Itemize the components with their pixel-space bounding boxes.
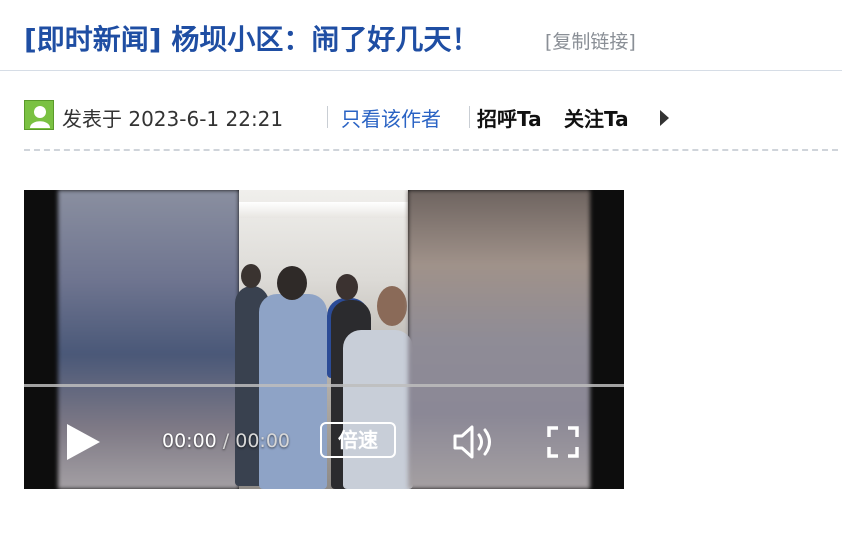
follow-button[interactable]: 关注Ta (564, 103, 629, 132)
volume-icon[interactable] (452, 424, 498, 460)
fullscreen-icon[interactable] (547, 426, 579, 458)
video-progress-bar[interactable] (24, 384, 624, 387)
figure-head (377, 286, 407, 326)
video-player[interactable]: 00:00 / 00:00 倍速 (24, 190, 624, 489)
figure-head (277, 266, 307, 300)
greet-button[interactable]: 招呼Ta (477, 103, 542, 132)
post-title: [即时新闻] 杨坝小区：闹了好几天！ (24, 23, 480, 56)
ceiling-light (239, 202, 408, 218)
triangle-right-icon[interactable] (660, 110, 669, 126)
figure (259, 294, 327, 489)
post-timestamp: 发表于 2023-6-1 22:21 (62, 107, 284, 131)
default-avatar-icon (30, 106, 50, 128)
duration: 00:00 (235, 430, 291, 452)
dashed-divider (24, 149, 838, 151)
time-separator: / (216, 430, 236, 452)
play-icon[interactable] (67, 424, 100, 460)
figure-head (241, 264, 261, 288)
only-author-link[interactable]: 只看该作者 (341, 103, 441, 132)
divider (327, 106, 328, 128)
video-time: 00:00 / 00:00 (162, 430, 290, 452)
post-header: [即时新闻] 杨坝小区：闹了好几天！ [复制链接] (0, 0, 842, 71)
figure-head (336, 274, 358, 300)
avatar[interactable] (24, 100, 54, 130)
copy-link-button[interactable]: [复制链接] (545, 27, 636, 54)
divider (469, 106, 470, 128)
current-time: 00:00 (162, 430, 217, 452)
playback-speed-button[interactable]: 倍速 (320, 422, 396, 458)
post-meta-bar: 发表于 2023-6-1 22:21 只看该作者 招呼Ta 关注Ta (0, 72, 842, 152)
figure (343, 330, 413, 489)
